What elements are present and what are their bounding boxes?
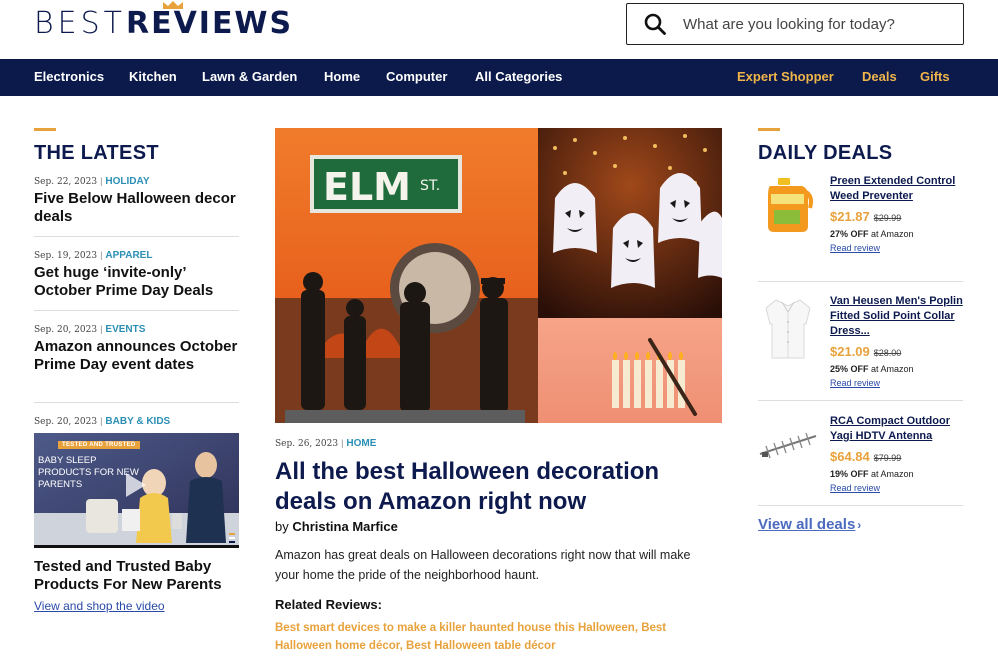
article-meta: Sep. 20, 2023 | BABY & KIDS	[34, 416, 171, 427]
author-name[interactable]: Christina Marfice	[292, 519, 397, 534]
article-meta: Sep. 26, 2023 | HOME	[275, 438, 377, 449]
latest-item-title[interactable]: Five Below Halloween decor deals	[34, 190, 239, 226]
read-review-link[interactable]: Read review	[830, 243, 970, 253]
latest-item-title[interactable]: Amazon announces October Prime Day event…	[34, 338, 239, 374]
view-all-deals-link[interactable]: View all deals ›	[758, 516, 861, 533]
video-thumbnail[interactable]: TESTED AND TRUSTED BABY SLEEP PRODUCTS F…	[34, 433, 239, 548]
deal-discount: 27% OFF at Amazon	[830, 229, 914, 239]
antenna-icon[interactable]	[758, 414, 818, 484]
related-reviews-links[interactable]: Best smart devices to make a killer haun…	[275, 619, 715, 655]
read-review-link[interactable]: Read review	[830, 483, 970, 493]
deal-card[interactable]: Preen Extended Control Weed Preventer $2…	[758, 174, 963, 282]
deals-heading: DAILY DEALS	[758, 142, 893, 164]
deals-accent-bar	[758, 128, 780, 131]
street-sign-text: ELM	[323, 165, 411, 209]
latest-item[interactable]: Sep. 22, 2023 | HOLIDAY Five Below Hallowe…	[34, 176, 239, 237]
logo-text-best: BEST	[34, 6, 126, 41]
nav-expert-shopper[interactable]: Expert Shopper	[737, 69, 834, 84]
article-meta: Sep. 19, 2023 | APPAREL	[34, 250, 153, 261]
deal-info: RCA Compact Outdoor Yagi HDTV Antenna $6…	[830, 414, 970, 493]
deal-discount: 19% OFF at Amazon	[830, 469, 914, 479]
article-headline[interactable]: All the best Halloween decoration deals …	[275, 457, 725, 517]
latest-item-title[interactable]: Get huge ‘invite-only’ October Prime Day…	[34, 264, 239, 300]
article-meta: Sep. 22, 2023 | HOLIDAY	[34, 176, 150, 187]
article-meta: Sep. 20, 2023 | EVENTS	[34, 324, 146, 335]
deal-card[interactable]: RCA Compact Outdoor Yagi HDTV Antenna $6…	[758, 414, 963, 506]
dress-shirt-icon[interactable]	[758, 294, 818, 364]
deal-price: $21.87 $29.99	[830, 209, 902, 224]
nav-computer[interactable]: Computer	[386, 69, 447, 84]
crown-icon	[162, 1, 183, 9]
main-nav: Electronics Kitchen Lawn & Garden Home C…	[0, 59, 998, 96]
search-box[interactable]	[626, 3, 964, 45]
nav-all-categories[interactable]: All Categories	[475, 69, 562, 84]
deal-info: Preen Extended Control Weed Preventer $2…	[830, 174, 970, 253]
deal-info: Van Heusen Men's Poplin Fitted Solid Poi…	[830, 294, 970, 388]
logo-text-reviews: REVIEWS	[126, 1, 293, 41]
latest-item-title[interactable]: Tested and Trusted Baby Products For New…	[34, 558, 244, 594]
thumbnail-badge: TESTED AND TRUSTED	[58, 441, 140, 449]
site-logo[interactable]: BEST REVIEWS	[34, 1, 293, 41]
nav-lawn-garden[interactable]: Lawn & Garden	[202, 69, 297, 84]
search-input[interactable]	[683, 15, 943, 33]
nav-home[interactable]: Home	[324, 69, 360, 84]
category-link[interactable]: HOME	[346, 438, 376, 449]
read-review-link[interactable]: Read review	[830, 378, 970, 388]
deal-product-name[interactable]: RCA Compact Outdoor Yagi HDTV Antenna	[830, 414, 970, 444]
latest-heading: THE LATEST	[34, 142, 159, 164]
nav-gifts[interactable]: Gifts	[920, 69, 950, 84]
nav-deals[interactable]: Deals	[862, 69, 897, 84]
hero-image[interactable]: ELM ST.	[275, 128, 722, 423]
category-link[interactable]: BABY & KIDS	[105, 416, 170, 427]
latest-item[interactable]: Sep. 19, 2023 | APPAREL Get huge ‘invite-o…	[34, 250, 239, 311]
video-link[interactable]: View and shop the video	[34, 599, 165, 613]
deal-product-name[interactable]: Preen Extended Control Weed Preventer	[830, 174, 970, 204]
category-link[interactable]: HOLIDAY	[105, 176, 149, 187]
search-icon[interactable]	[627, 4, 683, 44]
street-sign-suffix: ST.	[420, 178, 440, 194]
weed-preventer-jug-icon[interactable]	[758, 174, 818, 244]
deal-card[interactable]: Van Heusen Men's Poplin Fitted Solid Poi…	[758, 294, 963, 401]
byline: by Christina Marfice	[275, 519, 398, 534]
latest-accent-bar	[34, 128, 56, 131]
category-link[interactable]: APPAREL	[105, 250, 152, 261]
latest-item[interactable]: Sep. 20, 2023 | EVENTS Amazon announces Oc…	[34, 324, 239, 403]
chevron-right-icon: ›	[857, 518, 862, 532]
thumbnail-caption: BABY SLEEP PRODUCTS FOR NEW PARENTS	[38, 455, 139, 490]
deal-price: $64.84 $79.99	[830, 449, 902, 464]
site-header: BEST REVIEWS	[0, 0, 998, 59]
nav-electronics[interactable]: Electronics	[34, 69, 104, 84]
nav-kitchen[interactable]: Kitchen	[129, 69, 177, 84]
article-excerpt: Amazon has great deals on Halloween deco…	[275, 548, 691, 582]
category-link[interactable]: EVENTS	[105, 324, 145, 335]
related-reviews-label: Related Reviews:	[275, 597, 382, 612]
deal-product-name[interactable]: Van Heusen Men's Poplin Fitted Solid Poi…	[830, 294, 970, 339]
deal-price: $21.09 $28.00	[830, 344, 902, 359]
deal-discount: 25% OFF at Amazon	[830, 364, 914, 374]
